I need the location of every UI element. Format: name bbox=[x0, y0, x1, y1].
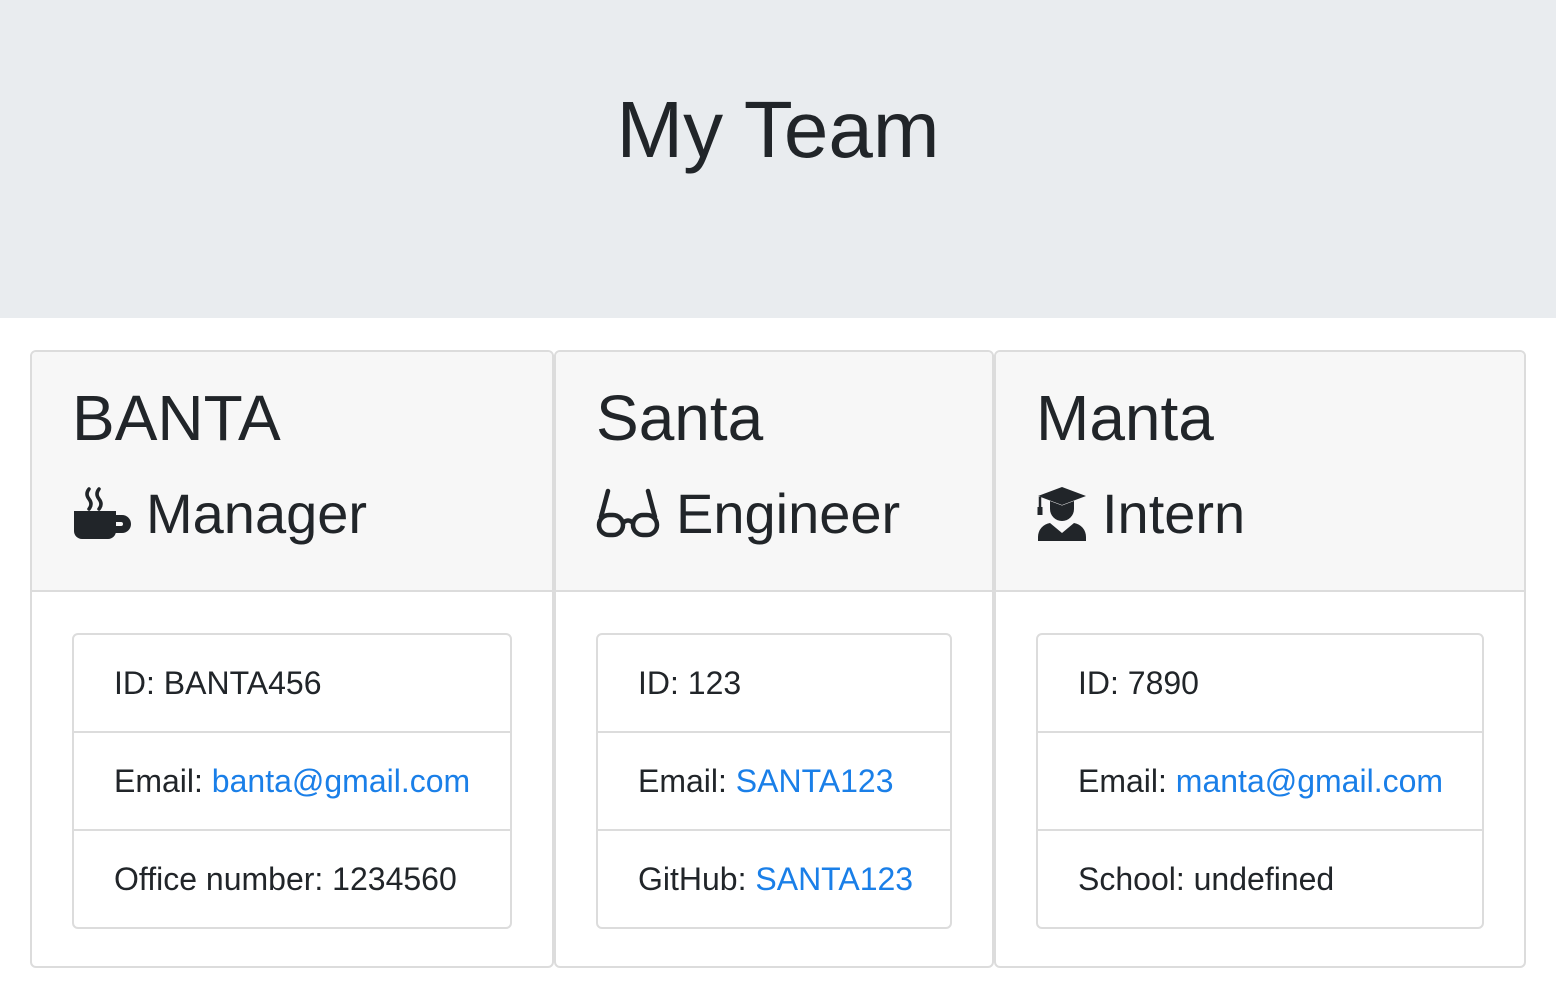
id-value: 123 bbox=[687, 664, 742, 701]
employee-role: Manager bbox=[72, 478, 367, 548]
card-header: Manta Intern bbox=[996, 352, 1524, 592]
email-link[interactable]: banta@gmail.com bbox=[212, 763, 470, 800]
employee-card-manager: BANTA Manager ID: BANTA456 Email: banta@… bbox=[30, 350, 554, 968]
employee-role: Engineer bbox=[596, 478, 900, 548]
id-item: ID: 123 bbox=[598, 635, 950, 731]
email-label: Email: bbox=[114, 762, 203, 799]
email-label: Email: bbox=[638, 762, 727, 799]
glasses-icon bbox=[596, 485, 660, 541]
github-label: GitHub: bbox=[638, 860, 747, 897]
id-label: ID: bbox=[1078, 664, 1119, 701]
email-item: Email: manta@gmail.com bbox=[1038, 731, 1482, 829]
card-header: Santa Engineer bbox=[556, 352, 992, 592]
github-item: GitHub: SANTA123 bbox=[598, 829, 950, 927]
office-number-label: Office number: bbox=[114, 860, 324, 897]
github-link[interactable]: SANTA123 bbox=[755, 861, 913, 898]
id-item: ID: BANTA456 bbox=[74, 635, 510, 731]
employee-details-list: ID: 123 Email: SANTA123 GitHub: SANTA123 bbox=[596, 633, 952, 929]
employee-details-list: ID: 7890 Email: manta@gmail.com School: … bbox=[1036, 633, 1484, 929]
id-value: BANTA456 bbox=[163, 664, 322, 701]
office-number-item: Office number: 1234560 bbox=[74, 829, 510, 927]
email-link[interactable]: SANTA123 bbox=[736, 763, 894, 800]
school-label: School: bbox=[1078, 860, 1185, 897]
role-label: Manager bbox=[146, 481, 368, 545]
graduate-icon bbox=[1036, 485, 1088, 541]
employee-name: BANTA bbox=[72, 382, 281, 454]
email-label: Email: bbox=[1078, 762, 1167, 799]
email-item: Email: SANTA123 bbox=[598, 731, 950, 829]
school-item: School: undefined bbox=[1038, 829, 1482, 927]
office-number-value: 1234560 bbox=[332, 860, 457, 897]
employee-card-intern: Manta Intern ID: 7890 Email: manta@gmail… bbox=[994, 350, 1526, 968]
email-link[interactable]: manta@gmail.com bbox=[1176, 763, 1443, 800]
page-header: My Team bbox=[0, 0, 1556, 318]
id-label: ID: bbox=[638, 664, 679, 701]
id-item: ID: 7890 bbox=[1038, 635, 1482, 731]
id-value: 7890 bbox=[1127, 664, 1199, 701]
role-label: Intern bbox=[1102, 481, 1246, 545]
employee-name: Manta bbox=[1036, 382, 1214, 454]
employee-details-list: ID: BANTA456 Email: banta@gmail.com Offi… bbox=[72, 633, 512, 929]
id-label: ID: bbox=[114, 664, 155, 701]
role-label: Engineer bbox=[676, 481, 901, 545]
employee-card-engineer: Santa Engineer ID: 123 Email: SANTA123 G… bbox=[554, 350, 994, 968]
employee-name: Santa bbox=[596, 382, 764, 454]
school-value: undefined bbox=[1193, 860, 1335, 897]
email-item: Email: banta@gmail.com bbox=[74, 731, 510, 829]
page-title: My Team bbox=[616, 85, 940, 174]
card-header: BANTA Manager bbox=[32, 352, 552, 592]
employee-role: Intern bbox=[1036, 478, 1245, 548]
coffee-mug-icon bbox=[72, 485, 134, 541]
